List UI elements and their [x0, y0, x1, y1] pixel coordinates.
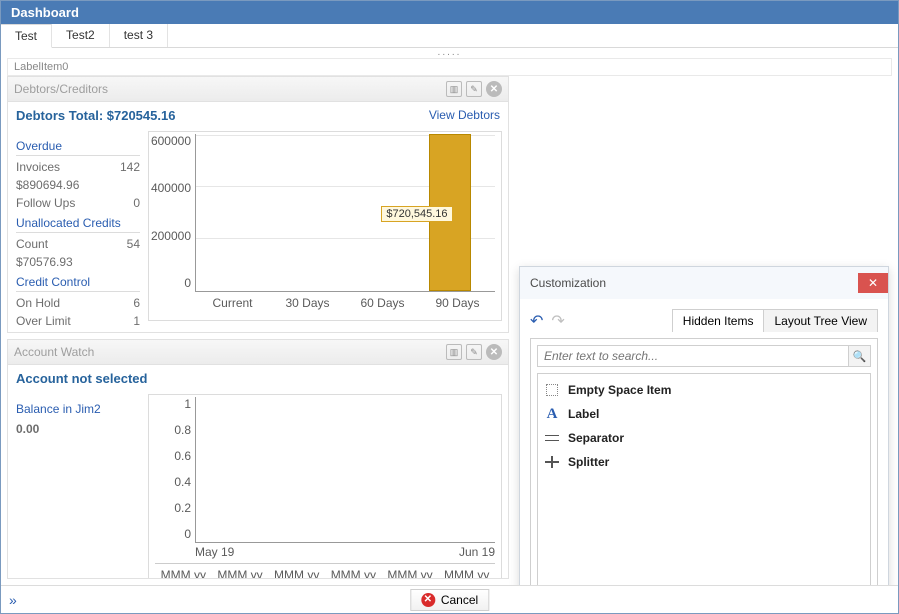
empty-space-icon — [544, 382, 560, 398]
item-label: Label — [568, 407, 599, 421]
tab-layout-tree[interactable]: Layout Tree View — [764, 310, 877, 332]
item-label: Separator — [568, 431, 624, 445]
onhold-value: 6 — [133, 296, 140, 310]
overlimit-label: Over Limit — [16, 314, 71, 328]
y-tick: 1 — [184, 397, 191, 411]
footer: » ✕ Cancel — [1, 585, 898, 613]
x-tick: Current — [195, 296, 270, 314]
separator-icon — [544, 430, 560, 446]
customization-dialog: Customization ✕ ↶ ↷ Hidden Items Layout … — [519, 266, 889, 585]
account-panel-header: Account Watch — [14, 345, 94, 359]
unalloc-count-label: Count — [16, 237, 48, 251]
edit-icon[interactable]: ✎ — [466, 344, 482, 360]
tab-test2[interactable]: Test2 — [52, 24, 110, 47]
x-bottom-tick: MMM yy — [325, 568, 382, 579]
debtors-total-title: Debtors Total: $720545.16 — [16, 108, 175, 123]
x-tick: 90 Days — [420, 296, 495, 314]
unalloc-count-value: 54 — [127, 237, 140, 251]
document-icon[interactable]: ▥ — [446, 344, 462, 360]
tab-hidden-items[interactable]: Hidden Items — [673, 310, 765, 332]
x-bottom-tick: MMM yy — [212, 568, 269, 579]
credit-control-heading[interactable]: Credit Control — [16, 275, 140, 292]
item-splitter[interactable]: Splitter — [542, 450, 866, 474]
y-tick: 0.4 — [174, 475, 191, 489]
search-icon[interactable]: 🔍 — [849, 345, 871, 367]
balance-label: Balance in Jim2 — [16, 402, 140, 418]
y-tick: 0.8 — [174, 423, 191, 437]
overdue-heading[interactable]: Overdue — [16, 139, 140, 156]
account-line-chart: 1 0.8 0.6 0.4 0.2 0 — [148, 394, 502, 579]
y-tick: 0 — [184, 276, 191, 290]
cancel-circle-icon: ✕ — [421, 593, 435, 607]
document-icon[interactable]: ▥ — [446, 81, 462, 97]
splitter-grip[interactable]: ..... — [1, 48, 898, 58]
y-tick: 0.6 — [174, 449, 191, 463]
label-item-0: LabelItem0 — [7, 58, 892, 76]
y-tick: 0 — [184, 527, 191, 541]
account-watch-panel: Account Watch ▥ ✎ ✕ Account not selected… — [7, 339, 509, 579]
item-label: Splitter — [568, 455, 609, 469]
redo-icon[interactable]: ↷ — [551, 311, 564, 331]
x-top-tick: Jun 19 — [459, 545, 495, 561]
y-tick: 600000 — [151, 134, 191, 148]
item-label: Empty Space Item — [568, 383, 671, 397]
debtors-bar-chart: 600000 400000 200000 0 $720,545.16 — [148, 131, 502, 321]
x-bottom-tick: MMM yy — [382, 568, 439, 579]
dialog-close-button[interactable]: ✕ — [858, 273, 888, 293]
label-icon: A — [544, 406, 560, 422]
x-top-tick: May 19 — [195, 545, 234, 561]
unalloc-amount: $70576.93 — [16, 255, 73, 269]
onhold-label: On Hold — [16, 296, 60, 310]
item-label[interactable]: A Label — [542, 402, 866, 426]
debtors-panel: Debtors/Creditors ▥ ✎ ✕ Debtors Total: $… — [7, 76, 509, 333]
tab-test3[interactable]: test 3 — [110, 24, 168, 47]
expand-chevron-icon[interactable]: » — [9, 592, 17, 608]
cancel-button[interactable]: ✕ Cancel — [410, 589, 489, 611]
panel-close-icon[interactable]: ✕ — [486, 344, 502, 360]
debtors-panel-header: Debtors/Creditors — [14, 82, 108, 96]
item-empty-space[interactable]: Empty Space Item — [542, 378, 866, 402]
search-input[interactable] — [537, 345, 849, 367]
tab-test[interactable]: Test — [1, 24, 52, 48]
view-debtors-link[interactable]: View Debtors — [429, 108, 500, 123]
y-tick: 400000 — [151, 181, 191, 195]
x-tick: 60 Days — [345, 296, 420, 314]
cancel-label: Cancel — [441, 593, 478, 607]
unallocated-heading[interactable]: Unallocated Credits — [16, 216, 140, 233]
followups-label: Follow Ups — [16, 196, 75, 210]
x-bottom-tick: MMM yy — [268, 568, 325, 579]
overdue-amount: $890694.96 — [16, 178, 79, 192]
window-title: Dashboard — [1, 1, 898, 24]
account-not-selected: Account not selected — [16, 371, 147, 386]
x-bottom-tick: MMM yy — [155, 568, 212, 579]
balance-value: 0.00 — [16, 422, 140, 436]
bar-value-label: $720,545.16 — [381, 206, 452, 222]
item-separator[interactable]: Separator — [542, 426, 866, 450]
panel-close-icon[interactable]: ✕ — [486, 81, 502, 97]
invoices-value: 142 — [120, 160, 140, 174]
edit-icon[interactable]: ✎ — [466, 81, 482, 97]
undo-icon[interactable]: ↶ — [530, 311, 543, 331]
tab-strip: Test Test2 test 3 — [1, 24, 898, 48]
dashboard-window: Dashboard Test Test2 test 3 ..... LabelI… — [0, 0, 899, 614]
y-tick: 0.2 — [174, 501, 191, 515]
x-bottom-tick: MMM yy — [438, 568, 495, 579]
invoices-label: Invoices — [16, 160, 60, 174]
followups-value: 0 — [133, 196, 140, 210]
splitter-icon — [544, 454, 560, 470]
overlimit-value: 1 — [133, 314, 140, 328]
y-tick: 200000 — [151, 229, 191, 243]
x-tick: 30 Days — [270, 296, 345, 314]
customization-title: Customization — [530, 276, 606, 290]
hidden-items-list: Empty Space Item A Label Separator S — [537, 373, 871, 585]
